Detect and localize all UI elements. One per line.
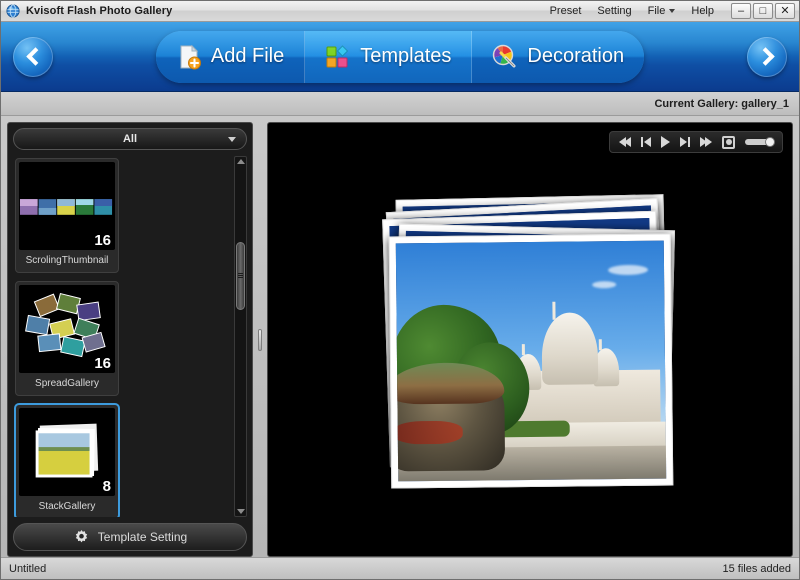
top-navigation-bar: Add File Templates Decoration xyxy=(1,22,799,92)
chevron-right-icon xyxy=(755,47,775,66)
current-gallery-bar: Current Gallery: gallery_1 xyxy=(1,92,799,116)
template-setting-label: Template Setting xyxy=(97,530,188,544)
maximize-icon: □ xyxy=(759,4,767,17)
application-window: Kvisoft Flash Photo Gallery Preset Setti… xyxy=(0,0,800,580)
menu-item-preset-label: Preset xyxy=(549,5,582,17)
template-category-dropdown[interactable]: All xyxy=(13,128,247,150)
menu-item-setting-label: Setting xyxy=(597,5,632,17)
photo-card-front[interactable] xyxy=(388,233,674,488)
scrollbar-track[interactable] xyxy=(236,168,245,505)
template-browser-panel: All 16 ScrolingThumbnail 16 SpreadGaller… xyxy=(7,122,253,557)
colored-blocks-icon xyxy=(326,44,349,67)
menu-item-file-label: File xyxy=(647,5,666,17)
template-grid: 16 ScrolingThumbnail 16 SpreadGallery 8 … xyxy=(13,156,230,517)
template-item-stackgallery[interactable]: 8 StackGallery xyxy=(15,404,119,517)
next-button[interactable] xyxy=(680,137,690,147)
splitter-handle[interactable] xyxy=(258,328,262,351)
main-tab-strip: Add File Templates Decoration xyxy=(155,30,645,83)
document-add-icon xyxy=(180,44,201,69)
preview-photo-sacre-coeur xyxy=(395,240,667,481)
template-count: 16 xyxy=(94,232,111,249)
template-item-scrolingthumbnail[interactable]: 16 ScrolingThumbnail xyxy=(15,158,119,273)
panel-splitter[interactable] xyxy=(253,122,267,557)
template-list-area: 16 ScrolingThumbnail 16 SpreadGallery 8 … xyxy=(13,156,247,517)
volume-slider[interactable] xyxy=(745,137,775,147)
chevron-down-icon xyxy=(228,136,236,142)
chevron-left-icon xyxy=(25,47,45,66)
menu-item-setting[interactable]: Setting xyxy=(590,3,638,19)
next-step-button[interactable] xyxy=(747,36,787,77)
player-controls xyxy=(609,131,783,153)
window-title: Kvisoft Flash Photo Gallery xyxy=(26,5,173,17)
tab-templates[interactable]: Templates xyxy=(305,30,473,83)
tab-templates-label: Templates xyxy=(360,45,452,67)
template-preview-stack: 8 xyxy=(19,408,115,496)
photo-stack xyxy=(380,193,680,488)
close-icon: ✕ xyxy=(780,4,790,17)
menu-bar: Preset Setting File Help – □ ✕ xyxy=(543,3,797,19)
fullscreen-button[interactable] xyxy=(722,135,735,149)
menu-item-help[interactable]: Help xyxy=(684,3,721,19)
scrollbar-thumb[interactable] xyxy=(236,242,245,310)
template-count: 8 xyxy=(102,478,111,495)
template-count: 16 xyxy=(94,355,111,372)
template-category-value: All xyxy=(122,133,138,145)
stack-gallery-graphic xyxy=(19,408,115,496)
tab-add-file-label: Add File xyxy=(210,45,285,67)
window-controls: – □ ✕ xyxy=(731,3,795,19)
minimize-icon: – xyxy=(737,4,745,17)
fast-forward-button[interactable] xyxy=(700,137,712,147)
template-name: SpreadGallery xyxy=(35,378,99,389)
current-gallery-label: Current Gallery: gallery_1 xyxy=(654,97,789,110)
tab-decoration[interactable]: Decoration xyxy=(472,30,645,83)
menu-item-file[interactable]: File xyxy=(641,3,683,19)
rewind-button[interactable] xyxy=(619,137,631,147)
template-name: ScrolingThumbnail xyxy=(25,255,109,266)
close-button[interactable]: ✕ xyxy=(775,3,795,19)
template-name: StackGallery xyxy=(38,501,96,512)
scroll-up-arrow-icon[interactable] xyxy=(236,159,245,164)
template-list-scrollbar[interactable] xyxy=(234,156,247,517)
title-bar: Kvisoft Flash Photo Gallery Preset Setti… xyxy=(1,1,799,22)
menu-item-preset[interactable]: Preset xyxy=(543,3,589,19)
status-files-added: 15 files added xyxy=(722,562,792,575)
gear-icon xyxy=(75,529,87,542)
menu-item-help-label: Help xyxy=(691,5,714,17)
previous-step-button[interactable] xyxy=(13,36,53,77)
template-setting-button[interactable]: Template Setting xyxy=(13,523,247,551)
maximize-button[interactable]: □ xyxy=(753,3,773,19)
play-button[interactable] xyxy=(661,136,670,148)
color-wheel-wand-icon xyxy=(493,44,516,67)
template-item-spreadgallery[interactable]: 16 SpreadGallery xyxy=(15,281,119,396)
chevron-down-icon xyxy=(669,9,676,13)
globe-icon xyxy=(6,4,20,18)
tab-decoration-label: Decoration xyxy=(527,45,625,67)
scroll-down-arrow-icon[interactable] xyxy=(236,509,245,514)
template-preview-strip: 16 xyxy=(19,162,115,250)
template-preview-spread: 16 xyxy=(19,285,115,373)
grip-icon xyxy=(238,272,243,279)
main-content-area: All 16 ScrolingThumbnail 16 SpreadGaller… xyxy=(1,116,799,557)
preview-pane xyxy=(267,122,793,557)
minimize-button[interactable]: – xyxy=(731,3,751,19)
previous-button[interactable] xyxy=(641,137,651,147)
preview-stage xyxy=(268,123,792,556)
tab-add-file[interactable]: Add File xyxy=(155,30,306,83)
status-bar: Untitled 15 files added xyxy=(1,557,799,579)
status-project-name: Untitled xyxy=(9,562,47,575)
